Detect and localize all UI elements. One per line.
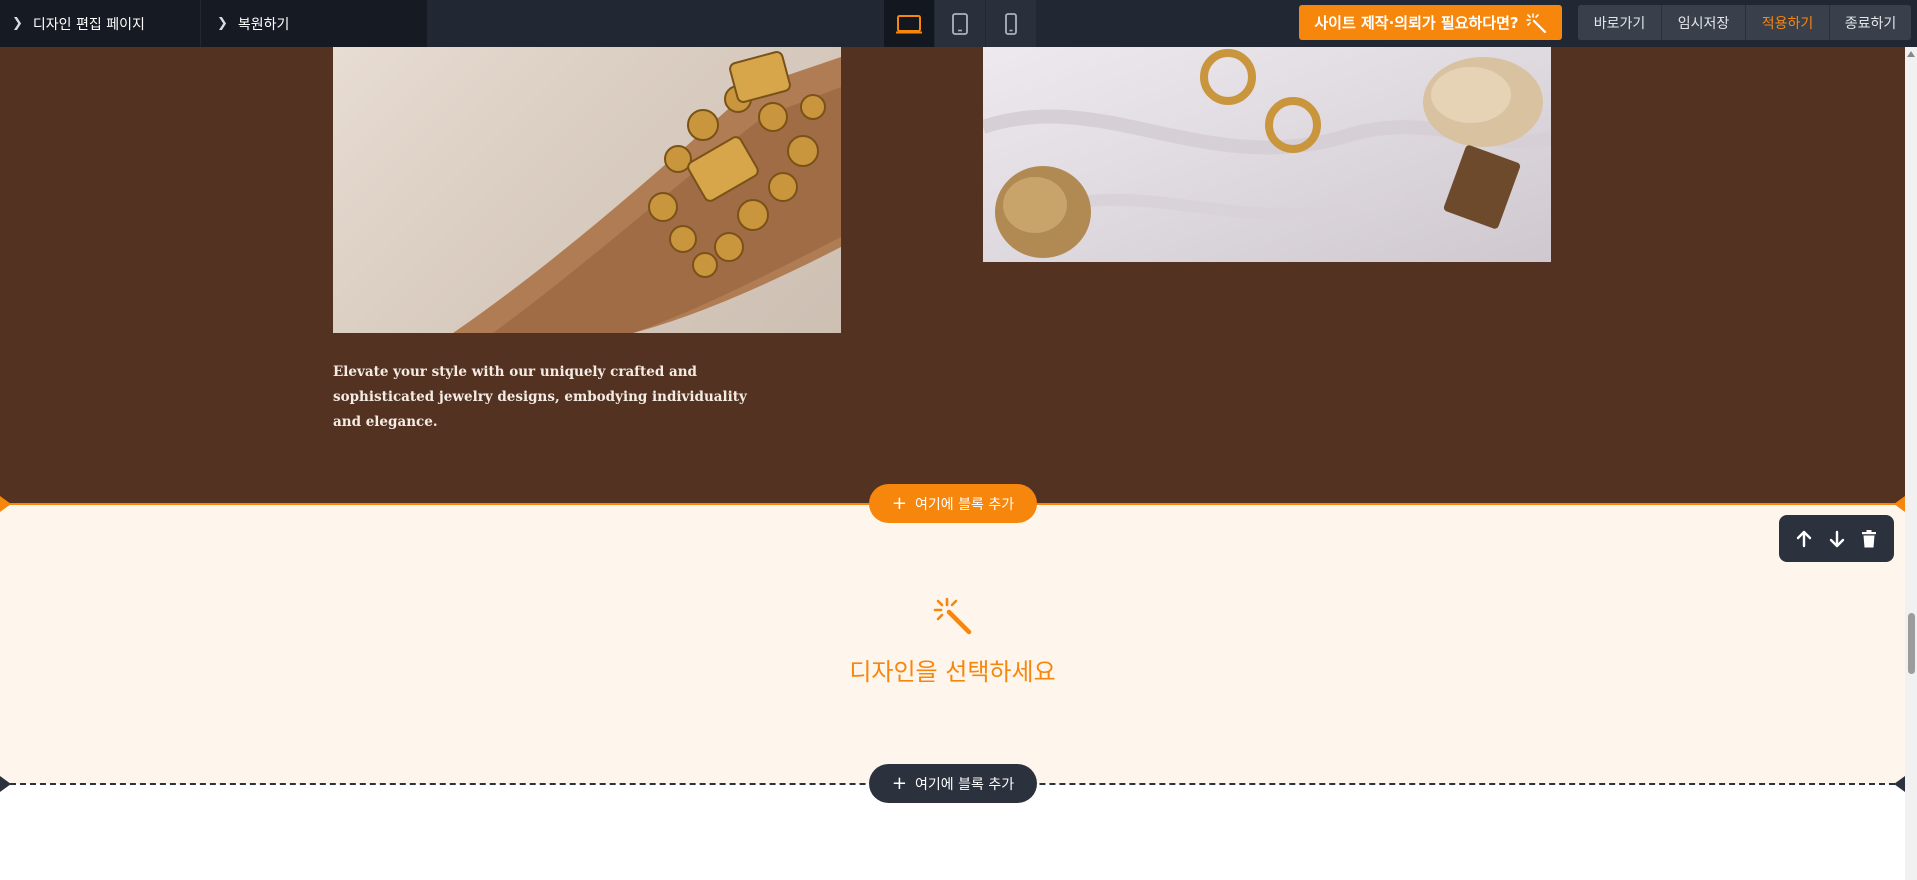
design-edit-page-link[interactable]: ❯ 디자인 편집 페이지	[0, 0, 200, 47]
add-block-button[interactable]: + 여기에 블록 추가	[869, 764, 1037, 803]
bracelet-illustration	[453, 51, 841, 333]
chevron-right-icon: ❯	[217, 16, 228, 31]
design-edit-page-label: 디자인 편집 페이지	[32, 16, 145, 33]
empty-block-section[interactable]	[0, 504, 1905, 784]
mobile-icon	[1005, 12, 1017, 35]
site-request-label: 사이트 제작·의뢰가 필요하다면?	[1314, 14, 1519, 32]
plus-icon: +	[891, 492, 908, 514]
section-description: Elevate your style with our uniquely cra…	[333, 364, 747, 430]
trash-icon[interactable]	[1856, 526, 1882, 552]
exit-button[interactable]: 종료하기	[1830, 5, 1911, 40]
add-block-button[interactable]: + 여기에 블록 추가	[869, 484, 1037, 523]
boundary-marker-right	[1894, 496, 1905, 512]
scrollbar-thumb[interactable]	[1908, 613, 1915, 674]
temp-save-button[interactable]: 임시저장	[1662, 5, 1746, 40]
desktop-view-button[interactable]	[884, 0, 934, 47]
mobile-view-button[interactable]	[986, 0, 1036, 47]
add-block-label: 여기에 블록 추가	[915, 776, 1015, 793]
apply-button[interactable]: 적용하기	[1746, 5, 1830, 40]
action-button-group: 바로가기 임시저장 적용하기 종료하기	[1578, 5, 1911, 40]
block-controls	[1779, 515, 1894, 562]
add-block-label: 여기에 블록 추가	[915, 496, 1015, 513]
arrow-up-icon[interactable]	[1791, 526, 1817, 552]
scroll-up-arrow-icon[interactable]	[1905, 48, 1917, 60]
rings-photo	[983, 47, 1551, 262]
jewelry-gallery-section[interactable]: Elevate your style with our uniquely cra…	[0, 47, 1905, 504]
tablet-icon	[952, 12, 968, 35]
magic-sparkle-icon	[1525, 12, 1546, 33]
rings-illustration	[983, 49, 1551, 258]
chevron-right-icon: ❯	[12, 16, 23, 31]
boundary-marker-left	[0, 776, 11, 792]
desktop-icon	[896, 14, 922, 33]
choose-design-prompt[interactable]: 디자인을 선택하세요	[750, 652, 1155, 687]
restore-label: 복원하기	[237, 16, 290, 33]
editor-toolbar: ❯ 디자인 편집 페이지 ❯ 복원하기 사이트 제작·의뢰가 필요하다면? 바로…	[0, 0, 1917, 47]
arrow-down-icon[interactable]	[1824, 526, 1850, 552]
boundary-marker-left	[0, 496, 11, 512]
tablet-view-button[interactable]	[935, 0, 985, 47]
magic-wand-icon	[933, 597, 972, 635]
bracelet-photo	[333, 47, 841, 333]
boundary-marker-right	[1894, 776, 1905, 792]
vertical-scrollbar[interactable]	[1905, 47, 1917, 880]
plus-icon: +	[891, 772, 908, 794]
site-request-button[interactable]: 사이트 제작·의뢰가 필요하다면?	[1299, 5, 1562, 40]
restore-link[interactable]: ❯ 복원하기	[201, 0, 427, 47]
go-button[interactable]: 바로가기	[1578, 5, 1662, 40]
